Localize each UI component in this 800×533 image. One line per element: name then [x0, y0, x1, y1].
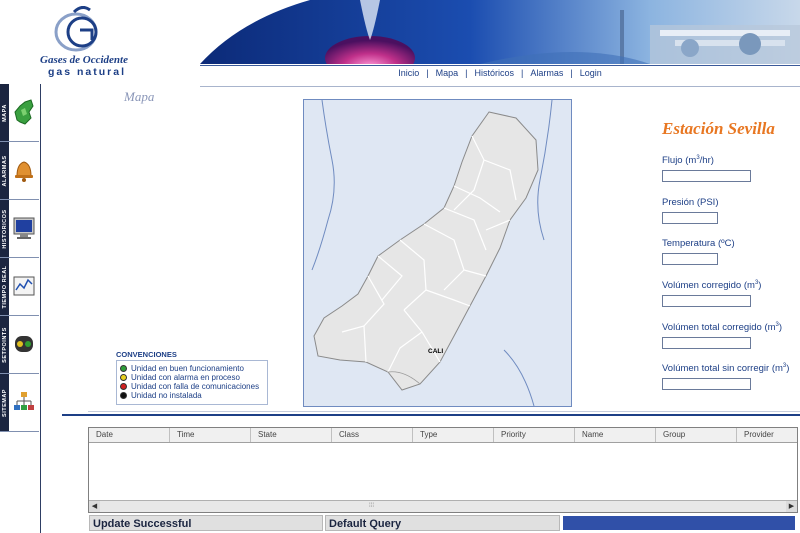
- nav-separator: |: [426, 68, 429, 78]
- scroll-thumb-grip[interactable]: ⁞⁞⁞: [369, 502, 374, 511]
- sidebar-item-alarmas[interactable]: ALARMAS: [0, 142, 39, 200]
- nav-inicio[interactable]: Inicio: [398, 68, 419, 78]
- company-logo[interactable]: Gases de Occidente gas natural: [0, 0, 180, 84]
- section-divider: [62, 414, 800, 416]
- column-header-class[interactable]: Class: [332, 428, 413, 442]
- divider: [88, 411, 800, 412]
- nav-underline: [200, 86, 800, 87]
- horizontal-scrollbar[interactable]: ◀ ⁞⁞⁞ ▶: [89, 500, 797, 512]
- presion-label: Presión (PSI): [662, 197, 719, 208]
- header-rule: [200, 65, 800, 66]
- volumen-total-sin-corregir-label: Volúmen total sin corregir (m3): [662, 363, 790, 375]
- station-title: Estación Sevilla: [662, 119, 775, 138]
- sidebar-item-label: ALARMAS: [1, 155, 8, 186]
- status-dot-green-icon: [120, 365, 127, 373]
- nav-separator: |: [570, 68, 573, 78]
- monitor-icon: [13, 217, 35, 239]
- scroll-left-icon[interactable]: ◀: [89, 501, 100, 512]
- sidebar-item-label: MAPA: [1, 103, 8, 122]
- legend-item: Unidad con falla de comunicaciones: [120, 382, 259, 391]
- volumen-corregido-field[interactable]: [662, 295, 751, 307]
- nav-separator: |: [465, 68, 468, 78]
- department-map[interactable]: CALI: [303, 99, 572, 407]
- temperatura-label: Temperatura (ºC): [662, 238, 735, 249]
- status-dot-yellow-icon: [120, 374, 127, 382]
- status-query: Default Query: [325, 515, 560, 531]
- sidebar: MAPA ALARMAS HISTORICOS TIEMPO REAL SETP…: [0, 84, 41, 533]
- legend: Unidad en buen funcionamiento Unidad con…: [116, 360, 268, 405]
- flujo-label: Flujo (m3/hr): [662, 155, 714, 167]
- column-header-group[interactable]: Group: [656, 428, 737, 442]
- top-navigation: Inicio | Mapa | Históricos | Alarmas | Login: [200, 68, 800, 84]
- sidebar-item-mapa[interactable]: MAPA: [0, 84, 39, 142]
- legend-title: CONVENCIONES: [116, 350, 177, 359]
- column-header-type[interactable]: Type: [413, 428, 494, 442]
- volumen-total-corregido-field[interactable]: [662, 337, 751, 349]
- alarm-table[interactable]: Date Time State Class Type Priority Name…: [88, 427, 798, 513]
- column-header-date[interactable]: Date: [89, 428, 170, 442]
- header-banner: [180, 0, 800, 64]
- sidebar-item-label: SETPOINTS: [1, 326, 8, 363]
- column-header-time[interactable]: Time: [170, 428, 251, 442]
- nav-login[interactable]: Login: [580, 68, 602, 78]
- sidebar-item-label: SITEMAP: [1, 388, 8, 417]
- temperatura-field[interactable]: [662, 253, 718, 265]
- brand-name: Gases de Occidente: [40, 54, 128, 66]
- traffic-light-icon: [15, 336, 33, 352]
- scroll-right-icon[interactable]: ▶: [786, 501, 797, 512]
- column-header-name[interactable]: Name: [575, 428, 656, 442]
- column-header-state[interactable]: State: [251, 428, 332, 442]
- sidebar-item-setpoints[interactable]: SETPOINTS: [0, 316, 39, 374]
- nav-alarmas[interactable]: Alarmas: [530, 68, 563, 78]
- brand-tagline: gas natural: [48, 66, 127, 78]
- sidebar-item-historicos[interactable]: HISTORICOS: [0, 200, 39, 258]
- legend-item: Unidad con alarma en proceso: [120, 373, 240, 382]
- bell-icon: [15, 161, 33, 182]
- nav-separator: |: [521, 68, 524, 78]
- page-title: Mapa: [124, 89, 155, 104]
- sidebar-item-label: HISTORICOS: [1, 208, 8, 249]
- status-dot-red-icon: [120, 383, 127, 391]
- column-header-priority[interactable]: Priority: [494, 428, 575, 442]
- table-header: Date Time State Class Type Priority Name…: [89, 428, 797, 443]
- legend-item: Unidad en buen funcionamiento: [120, 364, 244, 373]
- map-canvas: CALI: [311, 100, 553, 406]
- sidebar-item-sitemap[interactable]: SITEMAP: [0, 374, 39, 432]
- volumen-corregido-label: Volúmen corregido (m3): [662, 280, 762, 292]
- status-message: Update Successful: [89, 515, 323, 531]
- presion-field[interactable]: [662, 212, 718, 224]
- column-header-provider[interactable]: Provider: [737, 428, 797, 442]
- sidebar-item-label: TIEMPO REAL: [1, 264, 8, 309]
- volumen-total-corregido-label: Volúmen total corregido (m3): [662, 322, 783, 334]
- map-city-label: CALI: [428, 348, 443, 355]
- map-icon: [14, 99, 34, 125]
- nav-mapa[interactable]: Mapa: [436, 68, 459, 78]
- sitemap-icon: [14, 392, 34, 410]
- legend-item: Unidad no instalada: [120, 391, 202, 400]
- status-dot-black-icon: [120, 392, 127, 400]
- logo-emblem-icon: [54, 6, 98, 52]
- sidebar-item-tiempo-real[interactable]: TIEMPO REAL: [0, 258, 39, 316]
- volumen-total-sin-corregir-field[interactable]: [662, 378, 751, 390]
- status-progress-bar: [563, 516, 795, 530]
- flujo-field[interactable]: [662, 170, 751, 182]
- nav-historicos[interactable]: Históricos: [474, 68, 514, 78]
- chart-icon: [13, 276, 35, 296]
